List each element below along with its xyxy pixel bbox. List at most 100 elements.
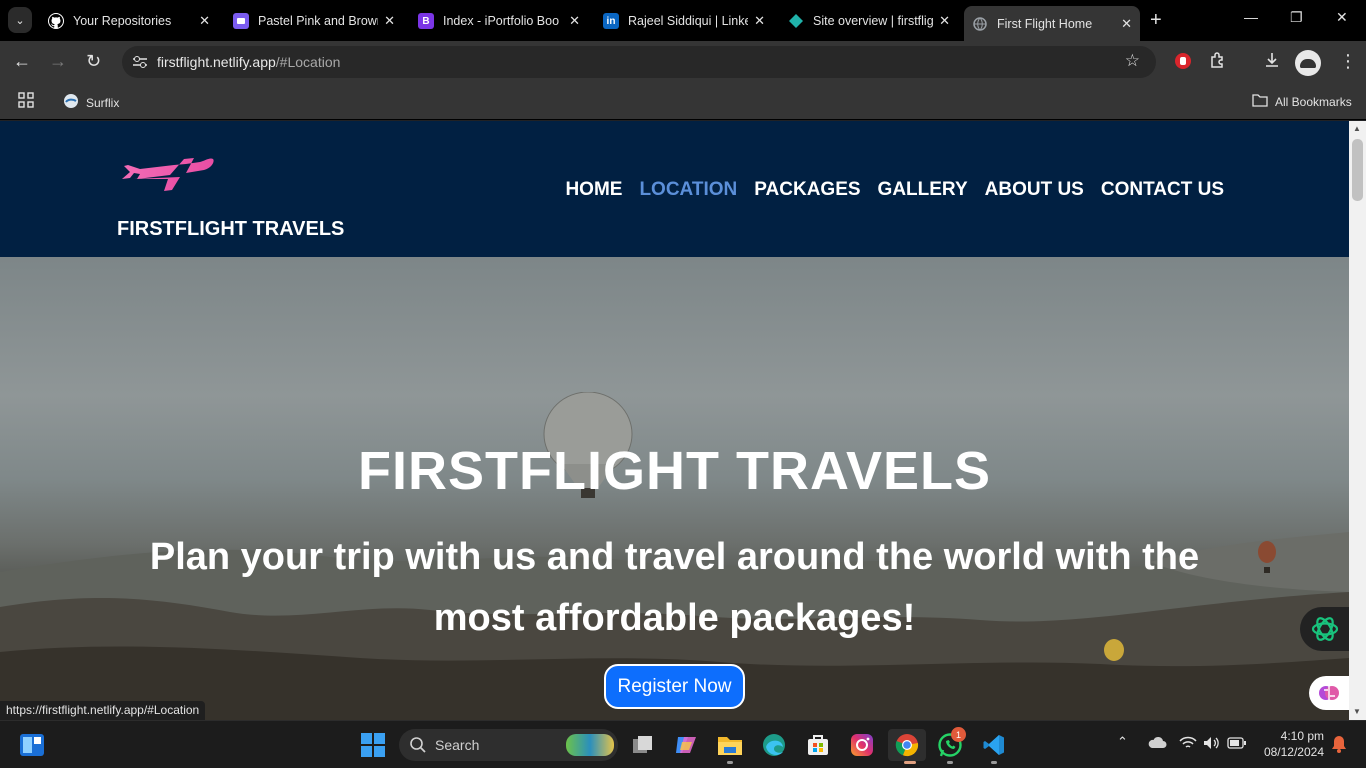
forward-arrow-icon[interactable]: → xyxy=(49,51,67,72)
address-bar[interactable]: firstflight.netlify.app/#Location ☆ xyxy=(122,46,1156,78)
tab-title: Site overview | firstflig xyxy=(813,14,934,28)
scrollbar-thumb[interactable] xyxy=(1352,139,1363,201)
tab-title: First Flight Home xyxy=(997,16,1093,31)
search-highlight-image xyxy=(566,734,614,756)
page-viewport: FIRSTFLIGHT TRAVELS HOME LOCATION PACKAG… xyxy=(0,121,1349,720)
bootstrap-icon: B xyxy=(418,13,434,29)
microsoft-store-icon[interactable] xyxy=(802,729,834,761)
widgets-icon[interactable] xyxy=(16,729,48,761)
running-indicator xyxy=(904,761,916,764)
menu-kebab-icon[interactable]: ⋮ xyxy=(1339,51,1357,72)
register-now-button[interactable]: Register Now xyxy=(604,664,745,709)
tab-pastel-pink[interactable]: Pastel Pink and Brown ✕ xyxy=(225,6,403,36)
notification-bell-icon[interactable] xyxy=(1331,735,1347,756)
download-icon[interactable] xyxy=(1263,51,1281,74)
nav-packages[interactable]: PACKAGES xyxy=(754,179,860,201)
system-clock[interactable]: 4:10 pm 08/12/2024 xyxy=(1258,728,1324,760)
chrome-browser-icon[interactable] xyxy=(888,729,926,761)
tab-title: Your Repositories xyxy=(73,14,172,28)
tab-iportfolio[interactable]: B Index - iPortfolio Boo ✕ xyxy=(410,6,588,36)
small-balloon-image xyxy=(1258,541,1276,573)
bookmark-label: All Bookmarks xyxy=(1275,94,1352,109)
running-indicator xyxy=(947,761,953,764)
site-settings-icon[interactable] xyxy=(130,52,150,72)
close-tab-icon[interactable]: ✕ xyxy=(569,13,580,29)
bookmark-surflix[interactable]: Surflix xyxy=(63,93,119,112)
onedrive-cloud-icon[interactable] xyxy=(1147,736,1167,753)
battery-icon[interactable] xyxy=(1227,737,1247,752)
globe-icon xyxy=(972,16,988,32)
netlify-icon xyxy=(788,13,804,29)
url-host: firstflight.netlify.app xyxy=(157,54,276,70)
reload-icon[interactable]: ↻ xyxy=(86,51,101,72)
bookmark-label: Surflix xyxy=(86,95,120,110)
edge-browser-icon[interactable] xyxy=(758,729,790,761)
brain-icon xyxy=(1319,686,1339,700)
linkedin-icon: in xyxy=(603,13,619,29)
all-bookmarks[interactable]: All Bookmarks xyxy=(1252,93,1352,110)
folder-icon xyxy=(1252,93,1268,110)
running-indicator xyxy=(991,761,997,764)
browser-tab-strip: ⌄ Your Repositories ✕ Pastel Pink and Br… xyxy=(0,0,1366,41)
nav-about-us[interactable]: ABOUT US xyxy=(985,179,1084,201)
windows-taskbar: Search 1 ⌃ 4:10 pm 08/12/2024 xyxy=(0,720,1366,768)
main-menu: HOME LOCATION PACKAGES GALLERY ABOUT US … xyxy=(565,179,1224,201)
vscode-icon[interactable] xyxy=(978,729,1010,761)
copilot-icon[interactable] xyxy=(670,729,702,761)
close-tab-icon[interactable]: ✕ xyxy=(1121,16,1132,32)
restore-icon[interactable]: ❐ xyxy=(1290,9,1303,26)
github-icon xyxy=(48,13,64,29)
ai-assistant-widget-button[interactable] xyxy=(1309,676,1349,710)
search-label: Search xyxy=(435,737,480,753)
hero-title: FIRSTFLIGHT TRAVELS xyxy=(358,441,991,501)
file-explorer-icon[interactable] xyxy=(714,729,746,761)
running-indicator xyxy=(727,761,733,764)
tab-search-chevron-icon[interactable]: ⌄ xyxy=(8,7,32,33)
close-tab-icon[interactable]: ✕ xyxy=(754,13,765,29)
instagram-icon[interactable] xyxy=(846,729,878,761)
hero-banner: FIRSTFLIGHT TRAVELS Plan your trip with … xyxy=(0,257,1349,720)
close-tab-icon[interactable]: ✕ xyxy=(199,13,210,29)
tab-first-flight-home[interactable]: First Flight Home ✕ xyxy=(964,6,1140,41)
whatsapp-notification-badge: 1 xyxy=(951,727,966,742)
tab-linkedin[interactable]: in Rajeel Siddiqui | Linke ✕ xyxy=(595,6,773,36)
tray-overflow-chevron-icon[interactable]: ⌃ xyxy=(1117,734,1128,750)
task-view-icon[interactable] xyxy=(627,729,659,761)
adblock-extension-icon[interactable] xyxy=(1174,52,1192,75)
wifi-icon[interactable] xyxy=(1179,736,1197,753)
scroll-down-arrow-icon[interactable]: ▼ xyxy=(1353,707,1361,716)
start-windows-icon[interactable] xyxy=(357,729,389,761)
taskbar-search-box[interactable]: Search xyxy=(399,729,618,761)
extensions-puzzle-icon[interactable] xyxy=(1209,51,1227,74)
clock-time: 4:10 pm xyxy=(1280,729,1324,743)
new-tab-plus-icon[interactable]: + xyxy=(1150,9,1162,32)
minimize-icon[interactable]: — xyxy=(1244,9,1258,25)
nav-location[interactable]: LOCATION xyxy=(639,179,737,201)
back-arrow-icon[interactable]: ← xyxy=(13,51,31,72)
nav-contact-us[interactable]: CONTACT US xyxy=(1101,179,1224,201)
window-close-icon[interactable]: ✕ xyxy=(1336,9,1348,26)
browser-toolbar: ← → ↻ firstflight.netlify.app/#Location … xyxy=(0,41,1366,84)
clock-date: 08/12/2024 xyxy=(1263,745,1324,759)
apps-grid-icon[interactable] xyxy=(18,92,34,108)
bookmark-star-icon[interactable]: ☆ xyxy=(1125,51,1140,71)
bookmarks-bar: Surflix All Bookmarks xyxy=(0,84,1366,120)
tab-your-repositories[interactable]: Your Repositories ✕ xyxy=(40,6,218,36)
openai-icon xyxy=(1311,617,1338,641)
airplane-logo-icon[interactable] xyxy=(120,153,216,193)
tab-title: Rajeel Siddiqui | Linke xyxy=(628,14,749,28)
tab-title: Index - iPortfolio Boo xyxy=(443,14,560,28)
close-tab-icon[interactable]: ✕ xyxy=(384,13,395,29)
profile-avatar[interactable] xyxy=(1295,50,1321,76)
volume-icon[interactable] xyxy=(1203,736,1221,753)
search-icon xyxy=(409,736,427,757)
nav-gallery[interactable]: GALLERY xyxy=(878,179,968,201)
tab-netlify[interactable]: Site overview | firstflig ✕ xyxy=(780,6,958,36)
url-text: firstflight.netlify.app/#Location xyxy=(157,54,340,70)
brand-name[interactable]: FIRSTFLIGHT TRAVELS xyxy=(117,218,344,241)
scroll-up-arrow-icon[interactable]: ▲ xyxy=(1353,124,1361,133)
close-tab-icon[interactable]: ✕ xyxy=(939,13,950,29)
nav-home[interactable]: HOME xyxy=(565,179,622,201)
page-scrollbar[interactable]: ▲ ▼ xyxy=(1349,121,1366,720)
chatgpt-widget-button[interactable] xyxy=(1300,607,1349,651)
